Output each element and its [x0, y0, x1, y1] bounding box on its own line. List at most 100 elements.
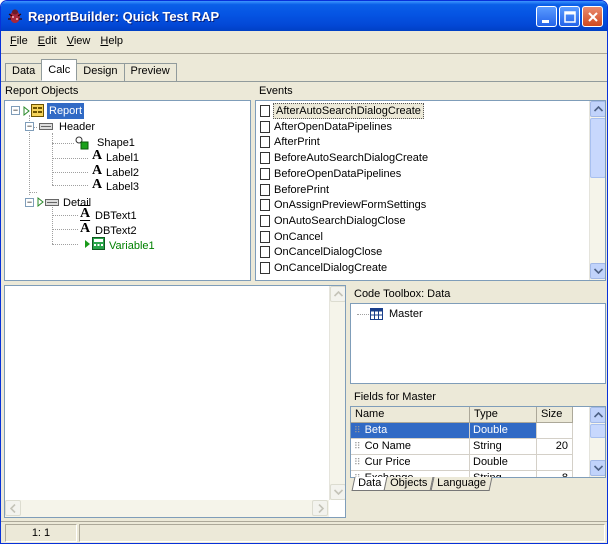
field-cell-size[interactable]: 20: [537, 439, 573, 455]
menu-view[interactable]: View: [62, 33, 96, 51]
tree-line: [52, 215, 78, 216]
field-cell-type[interactable]: Double: [470, 455, 537, 471]
events-list[interactable]: AfterAutoSearchDialogCreate AfterOpenData…: [255, 100, 606, 281]
field-cell-size[interactable]: 8: [537, 471, 573, 477]
toolbox-tab-language[interactable]: Language: [430, 477, 492, 491]
code-toolbox-header: Code Toolbox: Data: [354, 288, 451, 300]
editor-hscrollbar[interactable]: [5, 500, 329, 517]
editor-vscrollbar[interactable]: [329, 286, 345, 500]
tab-design[interactable]: Design: [76, 63, 125, 81]
event-label: OnCancelDialogClose: [274, 246, 383, 259]
field-cell-name[interactable]: ⠿ Co Name: [351, 439, 470, 455]
minimize-button[interactable]: [536, 6, 557, 27]
shape-icon: [75, 136, 89, 150]
field-cell-name[interactable]: ⠿ Beta: [351, 423, 470, 439]
fields-scrollbar[interactable]: [589, 407, 605, 477]
field-cell-name[interactable]: ⠿ Cur Price: [351, 455, 470, 471]
collapse-header-toggle[interactable]: −: [25, 122, 34, 131]
app-window: ReportBuilder: Quick Test RAP File Edit …: [0, 0, 608, 544]
maximize-icon: [564, 11, 576, 23]
editor-scroll-left-button[interactable]: [5, 500, 21, 516]
band-header-icon: [39, 123, 53, 130]
document-icon: [260, 214, 270, 227]
menu-bar: File Edit View Help: [5, 33, 128, 51]
editor-scroll-right-button[interactable]: [312, 500, 328, 516]
field-cell-size[interactable]: [537, 423, 573, 439]
collapse-report-toggle[interactable]: −: [11, 106, 20, 115]
pipeline-icon: [370, 308, 383, 320]
field-cell-size[interactable]: [537, 455, 573, 471]
report-objects-tree[interactable]: − Report − Header Shape1 A Label1 A Labe…: [4, 100, 251, 281]
close-button[interactable]: [582, 6, 603, 27]
arrow-down-icon: [334, 489, 343, 495]
event-label: OnAutoSearchDialogClose: [274, 214, 406, 227]
events-header: Events: [259, 85, 293, 97]
arrow-up-icon: [594, 106, 603, 112]
code-toolbox-tree[interactable]: Master: [350, 303, 606, 384]
fields-scroll-thumb[interactable]: [590, 424, 605, 438]
column-header-name[interactable]: Name: [351, 407, 470, 423]
tree-line: [357, 314, 369, 315]
toolbox-tab-data[interactable]: Data: [351, 477, 388, 491]
arrow-down-icon: [594, 268, 603, 274]
window-title: ReportBuilder: Quick Test RAP: [28, 9, 220, 24]
events-scrollbar[interactable]: [589, 101, 605, 280]
report-icon: [31, 104, 44, 117]
field-cell-type[interactable]: Double: [470, 423, 537, 439]
band-detail-icon: [45, 199, 59, 206]
event-label: BeforePrint: [274, 183, 330, 196]
drag-handle-icon: ⠿: [354, 457, 361, 467]
tab-preview[interactable]: Preview: [123, 63, 177, 81]
tree-line: [29, 192, 37, 193]
menu-help[interactable]: Help: [95, 33, 128, 51]
document-icon: [260, 105, 270, 117]
event-label: AfterAutoSearchDialogCreate: [273, 103, 424, 119]
close-icon: [588, 12, 598, 22]
menu-file[interactable]: File: [5, 33, 33, 51]
scroll-down-button[interactable]: [590, 263, 605, 279]
app-bug-icon: [8, 9, 22, 23]
band-arrow-icon: [23, 106, 30, 116]
event-label: BeforeAutoSearchDialogCreate: [274, 152, 429, 165]
menu-edit[interactable]: Edit: [33, 33, 62, 51]
menu-divider: [1, 53, 607, 54]
collapse-detail-toggle[interactable]: −: [25, 198, 34, 207]
toolbox-tab-objects[interactable]: Objects: [383, 477, 435, 491]
tab-calc[interactable]: Calc: [41, 59, 78, 81]
column-header-type[interactable]: Type: [470, 407, 537, 423]
event-label: OnCancel: [274, 230, 323, 243]
toolbox-tabs: Data Objects Language: [351, 477, 492, 491]
tab-divider: [1, 81, 607, 82]
maximize-button[interactable]: [559, 6, 580, 27]
label-icon: A: [92, 148, 103, 163]
column-header-size[interactable]: Size: [537, 407, 573, 423]
tree-line: [52, 185, 88, 186]
event-label: AfterPrint: [274, 136, 320, 149]
tree-line: [52, 244, 78, 245]
main-tabs: Data Calc Design Preview: [5, 59, 177, 81]
cursor-position: 1: 1: [5, 524, 77, 542]
band-arrow-icon: [37, 197, 44, 207]
title-bar[interactable]: ReportBuilder: Quick Test RAP: [1, 1, 607, 31]
drag-handle-icon: ⠿: [354, 441, 361, 451]
editor-scroll-up-button[interactable]: [330, 286, 345, 302]
dbtext-icon: A: [80, 206, 91, 221]
report-objects-header: Report Objects: [5, 85, 79, 97]
code-editor[interactable]: [4, 285, 346, 518]
fields-header: Fields for Master: [354, 391, 436, 403]
tab-data[interactable]: Data: [5, 63, 43, 81]
editor-scroll-down-button[interactable]: [330, 484, 345, 500]
fields-scroll-down-button[interactable]: [590, 460, 605, 476]
document-icon: [260, 120, 270, 133]
fields-grid[interactable]: Name Type Size ⠿ Beta Double ⠿ Co Name String…: [350, 406, 606, 478]
document-icon: [260, 152, 270, 165]
drag-handle-icon: ⠿: [354, 425, 361, 435]
scroll-up-button[interactable]: [590, 101, 605, 117]
tree-line: [52, 172, 88, 173]
event-label: OnCancelDialogCreate: [274, 262, 388, 274]
fields-scroll-up-button[interactable]: [590, 407, 605, 423]
field-cell-type[interactable]: String: [470, 439, 537, 455]
document-icon: [260, 246, 270, 259]
tree-line: [52, 133, 53, 185]
scroll-thumb[interactable]: [590, 118, 605, 178]
